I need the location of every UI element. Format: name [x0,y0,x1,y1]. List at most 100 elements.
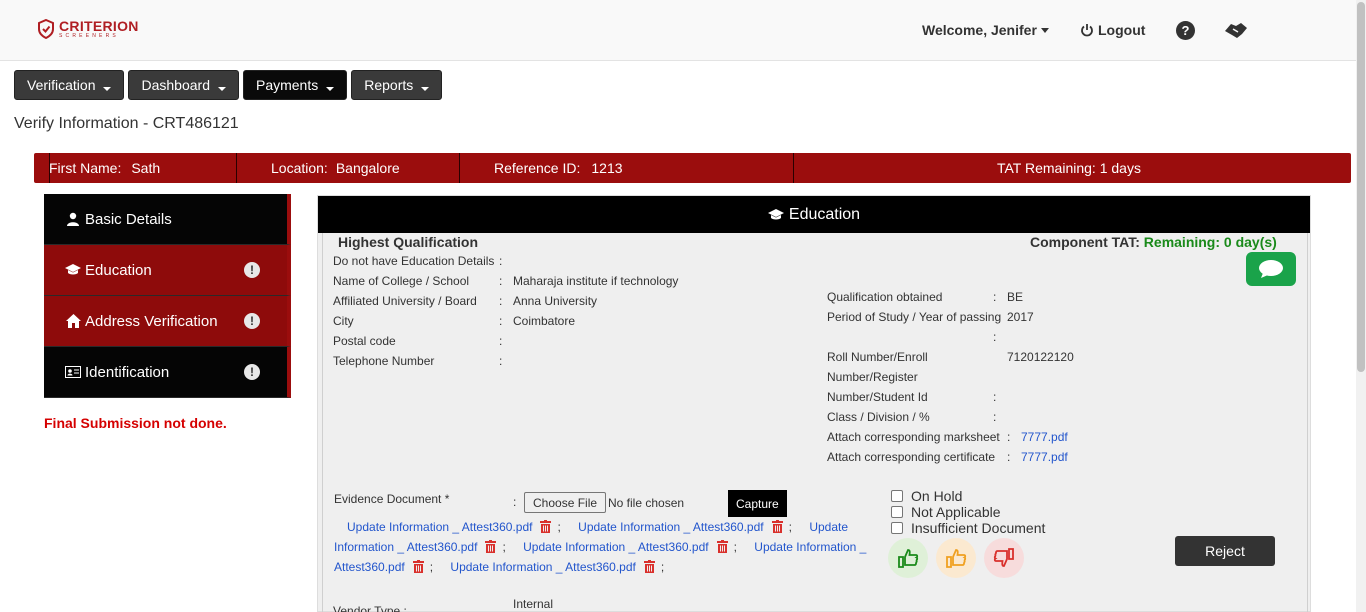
panel-header: Education [318,196,1310,233]
field-label: Affiliated University / Board [333,294,477,308]
roll-number-value: 7120122120 [1007,350,1074,364]
divider [793,153,794,183]
on-hold-checkbox[interactable]: On Hold [891,488,962,504]
disapprove-button[interactable] [984,538,1024,578]
trash-icon[interactable] [412,560,424,573]
checkbox-box[interactable] [891,490,903,502]
field-separator: : [499,274,503,288]
evidence-file-link[interactable]: Update Information _ Attest360.pdf [578,520,763,534]
nav-payments[interactable]: Payments [242,70,348,100]
choose-file-button[interactable]: Choose File [524,492,607,513]
sidebar-item-education[interactable]: Education ! [44,245,291,296]
logo-text: CRITERION [59,18,139,34]
reference-cell: Reference ID: 1213 [494,153,623,183]
trash-icon[interactable] [771,520,783,533]
reference-value: 1213 [591,160,623,176]
file-delimiter: ; [502,540,506,554]
field-separator: : [993,410,997,424]
sidebar: Basic Details Education ! Address Verifi… [44,194,291,398]
page-scrollbar[interactable] [1356,0,1366,612]
period-value: 2017 [1007,310,1034,324]
location-label: Location: [271,160,328,176]
exclamation-icon: ! [244,313,260,329]
logout-link[interactable]: Logout [1080,22,1145,38]
college-name-value: Maharaja institute if technology [513,274,679,288]
page-title: Verify Information - CRT486121 [14,115,239,132]
sidebar-item-basic-details[interactable]: Basic Details [44,194,291,245]
partial-approve-button[interactable] [936,538,976,578]
reject-button[interactable]: Reject [1175,536,1275,566]
divider [459,153,460,183]
field-label: Number/Student Id [827,390,928,404]
handshake-icon[interactable] [1223,19,1249,41]
first-name-value: Sath [131,160,161,176]
qualification-value: BE [1007,290,1024,304]
marksheet-link[interactable]: 7777.pdf [1021,430,1068,444]
main-nav: Verification Dashboard Payments Reports [14,70,446,100]
trash-icon[interactable] [540,520,552,533]
caret-down-icon [421,87,430,91]
nav-label: Payments [255,77,319,93]
section-title: Highest Qualification [338,234,479,250]
field-label: Class / Division / % [827,410,930,424]
candidate-info-bar: First Name: Sath Location: Bangalore Ref… [34,153,1351,183]
capture-button[interactable]: Capture [728,490,787,517]
field-label: Qualification obtained [827,290,943,304]
help-icon[interactable]: ? [1176,21,1195,40]
field-label: Number/Register [827,370,918,384]
caret-down-icon [103,87,112,91]
field-label: Telephone Number [333,354,435,368]
evidence-file-link[interactable]: Update Information _ Attest360.pdf [450,560,635,574]
welcome-text: Welcome, Jenifer [922,22,1037,38]
component-tat: Component TAT: Remaining: 0 day(s) [1030,234,1277,250]
user-menu[interactable]: Welcome, Jenifer [922,22,1049,38]
evidence-file-link[interactable]: Update Information _ Attest360.pdf [347,520,532,534]
nav-verification[interactable]: Verification [14,70,125,100]
nav-label: Reports [364,77,414,93]
nav-reports[interactable]: Reports [351,70,443,100]
insufficient-document-checkbox[interactable]: Insufficient Document [891,520,1045,536]
nav-dashboard[interactable]: Dashboard [128,70,239,100]
trash-icon[interactable] [716,540,728,553]
trash-icon[interactable] [643,560,655,573]
field-label: Attach corresponding certificate [827,450,996,464]
checkbox-label: Insufficient Document [911,520,1046,536]
evidence-label: Evidence Document * [334,492,450,506]
sidebar-item-address-verification[interactable]: Address Verification ! [44,296,291,347]
not-applicable-checkbox[interactable]: Not Applicable [891,504,1001,520]
caret-down-icon [1040,28,1049,33]
field-label: Attach corresponding marksheet [827,430,1000,444]
certificate-link[interactable]: 7777.pdf [1021,450,1068,464]
sidebar-item-label: Basic Details [85,210,172,228]
criterion-logo[interactable]: CRITERION SCREENERS [38,19,139,39]
caret-down-icon [217,87,226,91]
file-delimiter: ; [660,560,665,574]
field-separator: : [1007,430,1011,444]
scrollbar-thumb[interactable] [1357,2,1365,372]
graduation-cap-icon [65,264,81,276]
approve-button[interactable] [888,538,928,578]
field-label: Do not have Education Details [333,254,495,268]
trash-icon[interactable] [485,540,497,553]
nav-label: Verification [27,77,96,93]
chat-bubble-icon [1259,260,1283,278]
university-value: Anna University [513,294,598,308]
vendor-type-value: Internal [513,597,554,611]
education-panel: Education Highest Qualification Componen… [317,195,1311,612]
chat-button[interactable] [1246,252,1296,286]
id-card-icon [65,366,81,378]
thumbs-down-icon [993,548,1014,567]
field-label: Roll Number/Enroll [827,350,928,364]
graduation-cap-icon [767,208,784,219]
thumbs-up-icon [898,549,919,568]
checkbox-box[interactable] [891,522,903,534]
exclamation-icon: ! [244,364,260,380]
sidebar-item-identification[interactable]: Identification ! [44,347,291,398]
checkbox-label: Not Applicable [911,504,1001,520]
checkbox-box[interactable] [891,506,903,518]
sidebar-item-label: Education [85,261,152,279]
file-delimiter: ; [733,540,737,554]
evidence-file-link[interactable]: Update Information _ Attest360.pdf [523,540,708,554]
thumbs-up-icon [946,549,967,568]
shield-logo-icon [38,19,54,39]
